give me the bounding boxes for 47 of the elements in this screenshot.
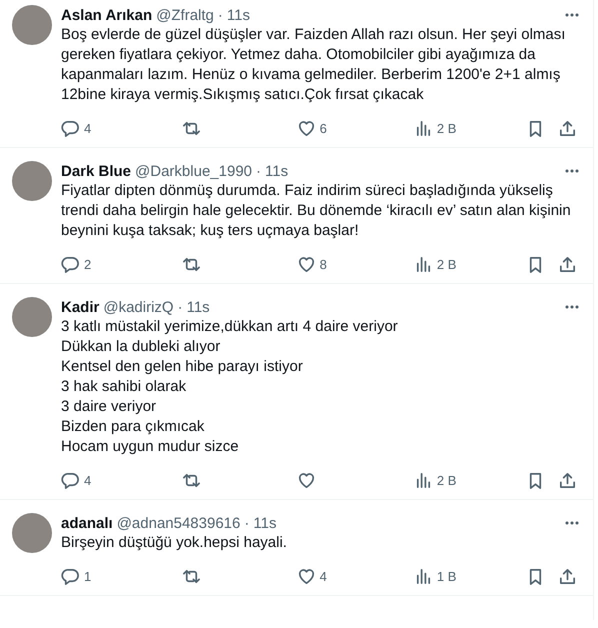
post-text: Birşeyin düştüğü yok.hepsi hayali. [61, 533, 288, 553]
reply-count: 1 [84, 568, 92, 584]
share-icon[interactable] [558, 470, 577, 490]
avatar-photo[interactable] [12, 513, 52, 553]
heart-icon[interactable] [296, 470, 316, 490]
post-time[interactable]: 11s [226, 6, 250, 24]
share-icon[interactable] [558, 254, 577, 274]
heart-icon[interactable] [296, 118, 316, 138]
separator-dot: · [178, 298, 183, 316]
reply-count: 4 [84, 472, 92, 488]
reply-icon[interactable] [61, 470, 80, 490]
post-text: Fiyatlar dipten dönmüş durumda. Faiz indirim süreci başladığında yükseliş trendi daha belirgin hale gelecektir. Bu dönemde ‘kiracılı ev’ satın alan kişinin beynini kuşa taksak; kuş ters uçmaya başlar! [61, 181, 572, 241]
like-count: 4 [320, 568, 327, 584]
author-name[interactable]: Kadir [61, 298, 100, 316]
share-icon[interactable] [558, 566, 577, 586]
avatar-photo[interactable] [12, 161, 52, 201]
share-icon[interactable] [558, 118, 577, 138]
like-count: 6 [320, 120, 327, 136]
heart-icon[interactable] [296, 566, 316, 586]
author-name[interactable]: adanalı [61, 514, 113, 532]
reply-icon[interactable] [61, 566, 80, 586]
view-count: 2 B [436, 472, 456, 488]
post-text: 3 katlı müstakil yerimize,dükkan artı 4 daire veriyor Dükkan la dubleki alıyor Kentsel den gelen hibe parayı istiyor 3 hak sahibi olarak 3 daire veriyor Bizden para çıkmıcak Hocam uygun mudur sizce [61, 317, 399, 457]
separator-dot: · [218, 6, 223, 24]
separator-dot: · [244, 514, 250, 532]
author-handle[interactable]: @Darkblue_1990 [135, 162, 252, 180]
post-time[interactable]: 11s [265, 162, 288, 180]
reply-count: 4 [84, 120, 92, 136]
avatar-photo[interactable] [12, 297, 52, 337]
post-text: Boş evlerde de güzel düşüşler var. Faizden Allah razı olsun. Her şeyi olması gereken fiyatlara çekiyor. Yetmez daha. Otomobilciler gibi ayağımıza da kapanmaları lazım. Henüz o kıvama gelmediler. Berberim 1200'e 2+1 almış 12bine kiraya vermiş.Sıkışmış satıcı.Çok fırsat çıkacak [61, 25, 566, 105]
author-name[interactable]: Dark Blue [61, 162, 132, 180]
author-name[interactable]: Aslan Arıkan [61, 6, 152, 24]
post-time[interactable]: 11s [253, 514, 276, 532]
reply-icon[interactable] [61, 254, 80, 274]
author-handle[interactable]: @kadirizQ [103, 298, 174, 316]
reply-count: 2 [84, 256, 92, 272]
author-handle[interactable]: @adnan54839616 [116, 514, 240, 532]
post-time[interactable]: 11s [186, 298, 210, 316]
reply-icon[interactable] [61, 118, 80, 138]
avatar-photo[interactable] [12, 5, 52, 45]
view-count: 1 B [436, 568, 456, 584]
heart-icon[interactable] [296, 254, 316, 274]
separator-dot: · [256, 162, 261, 180]
view-count: 2 B [436, 120, 456, 136]
author-handle[interactable]: @Zfraltg [156, 6, 214, 24]
view-count: 2 B [436, 256, 456, 272]
like-count: 8 [320, 256, 327, 272]
